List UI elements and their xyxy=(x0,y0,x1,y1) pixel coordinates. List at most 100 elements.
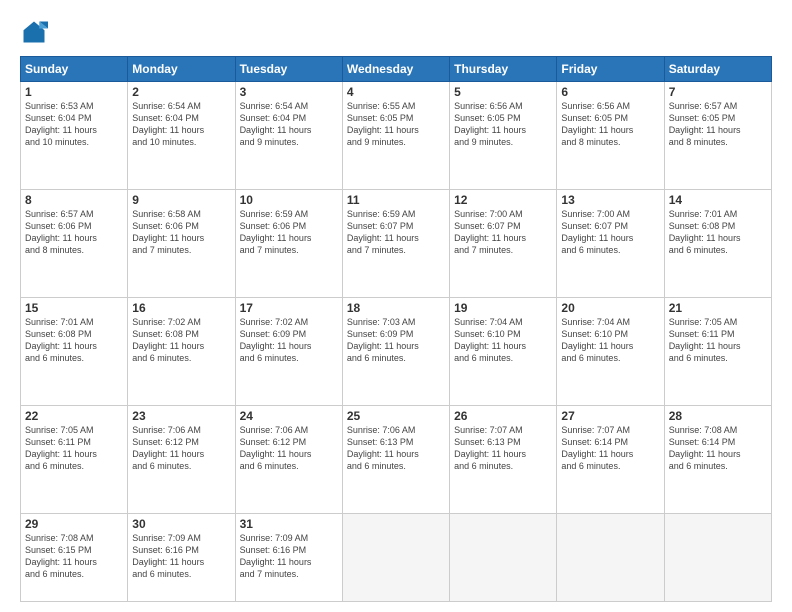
day-number: 20 xyxy=(561,301,659,315)
calendar-cell: 12Sunrise: 7:00 AMSunset: 6:07 PMDayligh… xyxy=(450,189,557,297)
cell-info: Sunrise: 7:02 AMSunset: 6:08 PMDaylight:… xyxy=(132,316,230,365)
day-number: 18 xyxy=(347,301,445,315)
day-number: 26 xyxy=(454,409,552,423)
cell-info: Sunrise: 7:01 AMSunset: 6:08 PMDaylight:… xyxy=(25,316,123,365)
calendar-cell: 17Sunrise: 7:02 AMSunset: 6:09 PMDayligh… xyxy=(235,297,342,405)
day-number: 23 xyxy=(132,409,230,423)
day-number: 22 xyxy=(25,409,123,423)
day-number: 21 xyxy=(669,301,767,315)
cell-info: Sunrise: 7:05 AMSunset: 6:11 PMDaylight:… xyxy=(669,316,767,365)
cell-info: Sunrise: 7:05 AMSunset: 6:11 PMDaylight:… xyxy=(25,424,123,473)
calendar-cell: 18Sunrise: 7:03 AMSunset: 6:09 PMDayligh… xyxy=(342,297,449,405)
cell-info: Sunrise: 6:59 AMSunset: 6:06 PMDaylight:… xyxy=(240,208,338,257)
calendar-cell: 23Sunrise: 7:06 AMSunset: 6:12 PMDayligh… xyxy=(128,405,235,513)
calendar-cell xyxy=(664,513,771,601)
calendar-cell: 31Sunrise: 7:09 AMSunset: 6:16 PMDayligh… xyxy=(235,513,342,601)
day-number: 1 xyxy=(25,85,123,99)
day-number: 15 xyxy=(25,301,123,315)
calendar-cell: 25Sunrise: 7:06 AMSunset: 6:13 PMDayligh… xyxy=(342,405,449,513)
cell-info: Sunrise: 6:56 AMSunset: 6:05 PMDaylight:… xyxy=(454,100,552,149)
cell-info: Sunrise: 6:57 AMSunset: 6:06 PMDaylight:… xyxy=(25,208,123,257)
weekday-header-thursday: Thursday xyxy=(450,57,557,82)
calendar: SundayMondayTuesdayWednesdayThursdayFrid… xyxy=(20,56,772,602)
day-number: 16 xyxy=(132,301,230,315)
day-number: 24 xyxy=(240,409,338,423)
calendar-cell: 13Sunrise: 7:00 AMSunset: 6:07 PMDayligh… xyxy=(557,189,664,297)
calendar-cell: 10Sunrise: 6:59 AMSunset: 6:06 PMDayligh… xyxy=(235,189,342,297)
calendar-cell: 29Sunrise: 7:08 AMSunset: 6:15 PMDayligh… xyxy=(21,513,128,601)
cell-info: Sunrise: 7:08 AMSunset: 6:14 PMDaylight:… xyxy=(669,424,767,473)
cell-info: Sunrise: 7:08 AMSunset: 6:15 PMDaylight:… xyxy=(25,532,123,581)
day-number: 4 xyxy=(347,85,445,99)
cell-info: Sunrise: 6:59 AMSunset: 6:07 PMDaylight:… xyxy=(347,208,445,257)
cell-info: Sunrise: 7:00 AMSunset: 6:07 PMDaylight:… xyxy=(561,208,659,257)
day-number: 11 xyxy=(347,193,445,207)
cell-info: Sunrise: 7:07 AMSunset: 6:14 PMDaylight:… xyxy=(561,424,659,473)
calendar-cell: 6Sunrise: 6:56 AMSunset: 6:05 PMDaylight… xyxy=(557,82,664,190)
day-number: 14 xyxy=(669,193,767,207)
calendar-cell xyxy=(450,513,557,601)
cell-info: Sunrise: 7:01 AMSunset: 6:08 PMDaylight:… xyxy=(669,208,767,257)
day-number: 28 xyxy=(669,409,767,423)
day-number: 17 xyxy=(240,301,338,315)
weekday-header-wednesday: Wednesday xyxy=(342,57,449,82)
cell-info: Sunrise: 7:00 AMSunset: 6:07 PMDaylight:… xyxy=(454,208,552,257)
day-number: 19 xyxy=(454,301,552,315)
calendar-cell: 28Sunrise: 7:08 AMSunset: 6:14 PMDayligh… xyxy=(664,405,771,513)
calendar-cell: 27Sunrise: 7:07 AMSunset: 6:14 PMDayligh… xyxy=(557,405,664,513)
day-number: 5 xyxy=(454,85,552,99)
day-number: 31 xyxy=(240,517,338,531)
calendar-cell: 11Sunrise: 6:59 AMSunset: 6:07 PMDayligh… xyxy=(342,189,449,297)
cell-info: Sunrise: 7:06 AMSunset: 6:12 PMDaylight:… xyxy=(132,424,230,473)
page: SundayMondayTuesdayWednesdayThursdayFrid… xyxy=(0,0,792,612)
day-number: 7 xyxy=(669,85,767,99)
cell-info: Sunrise: 7:06 AMSunset: 6:13 PMDaylight:… xyxy=(347,424,445,473)
day-number: 2 xyxy=(132,85,230,99)
calendar-cell: 14Sunrise: 7:01 AMSunset: 6:08 PMDayligh… xyxy=(664,189,771,297)
calendar-cell: 3Sunrise: 6:54 AMSunset: 6:04 PMDaylight… xyxy=(235,82,342,190)
cell-info: Sunrise: 6:58 AMSunset: 6:06 PMDaylight:… xyxy=(132,208,230,257)
cell-info: Sunrise: 7:07 AMSunset: 6:13 PMDaylight:… xyxy=(454,424,552,473)
calendar-cell: 24Sunrise: 7:06 AMSunset: 6:12 PMDayligh… xyxy=(235,405,342,513)
header xyxy=(20,18,772,46)
calendar-cell: 8Sunrise: 6:57 AMSunset: 6:06 PMDaylight… xyxy=(21,189,128,297)
day-number: 6 xyxy=(561,85,659,99)
day-number: 29 xyxy=(25,517,123,531)
weekday-header-monday: Monday xyxy=(128,57,235,82)
day-number: 30 xyxy=(132,517,230,531)
cell-info: Sunrise: 6:54 AMSunset: 6:04 PMDaylight:… xyxy=(240,100,338,149)
calendar-cell: 5Sunrise: 6:56 AMSunset: 6:05 PMDaylight… xyxy=(450,82,557,190)
cell-info: Sunrise: 6:57 AMSunset: 6:05 PMDaylight:… xyxy=(669,100,767,149)
calendar-cell: 26Sunrise: 7:07 AMSunset: 6:13 PMDayligh… xyxy=(450,405,557,513)
day-number: 9 xyxy=(132,193,230,207)
calendar-cell: 2Sunrise: 6:54 AMSunset: 6:04 PMDaylight… xyxy=(128,82,235,190)
day-number: 12 xyxy=(454,193,552,207)
weekday-header-friday: Friday xyxy=(557,57,664,82)
calendar-cell: 21Sunrise: 7:05 AMSunset: 6:11 PMDayligh… xyxy=(664,297,771,405)
logo-icon xyxy=(20,18,48,46)
cell-info: Sunrise: 7:02 AMSunset: 6:09 PMDaylight:… xyxy=(240,316,338,365)
cell-info: Sunrise: 7:06 AMSunset: 6:12 PMDaylight:… xyxy=(240,424,338,473)
calendar-cell: 20Sunrise: 7:04 AMSunset: 6:10 PMDayligh… xyxy=(557,297,664,405)
day-number: 3 xyxy=(240,85,338,99)
day-number: 13 xyxy=(561,193,659,207)
calendar-cell: 7Sunrise: 6:57 AMSunset: 6:05 PMDaylight… xyxy=(664,82,771,190)
cell-info: Sunrise: 7:04 AMSunset: 6:10 PMDaylight:… xyxy=(561,316,659,365)
calendar-cell: 15Sunrise: 7:01 AMSunset: 6:08 PMDayligh… xyxy=(21,297,128,405)
day-number: 8 xyxy=(25,193,123,207)
weekday-header-sunday: Sunday xyxy=(21,57,128,82)
calendar-cell: 16Sunrise: 7:02 AMSunset: 6:08 PMDayligh… xyxy=(128,297,235,405)
cell-info: Sunrise: 7:09 AMSunset: 6:16 PMDaylight:… xyxy=(240,532,338,581)
calendar-cell xyxy=(342,513,449,601)
cell-info: Sunrise: 6:53 AMSunset: 6:04 PMDaylight:… xyxy=(25,100,123,149)
cell-info: Sunrise: 6:56 AMSunset: 6:05 PMDaylight:… xyxy=(561,100,659,149)
calendar-cell: 1Sunrise: 6:53 AMSunset: 6:04 PMDaylight… xyxy=(21,82,128,190)
calendar-cell: 9Sunrise: 6:58 AMSunset: 6:06 PMDaylight… xyxy=(128,189,235,297)
cell-info: Sunrise: 7:04 AMSunset: 6:10 PMDaylight:… xyxy=(454,316,552,365)
calendar-cell: 19Sunrise: 7:04 AMSunset: 6:10 PMDayligh… xyxy=(450,297,557,405)
day-number: 10 xyxy=(240,193,338,207)
weekday-header-tuesday: Tuesday xyxy=(235,57,342,82)
cell-info: Sunrise: 7:03 AMSunset: 6:09 PMDaylight:… xyxy=(347,316,445,365)
calendar-cell: 30Sunrise: 7:09 AMSunset: 6:16 PMDayligh… xyxy=(128,513,235,601)
cell-info: Sunrise: 6:54 AMSunset: 6:04 PMDaylight:… xyxy=(132,100,230,149)
